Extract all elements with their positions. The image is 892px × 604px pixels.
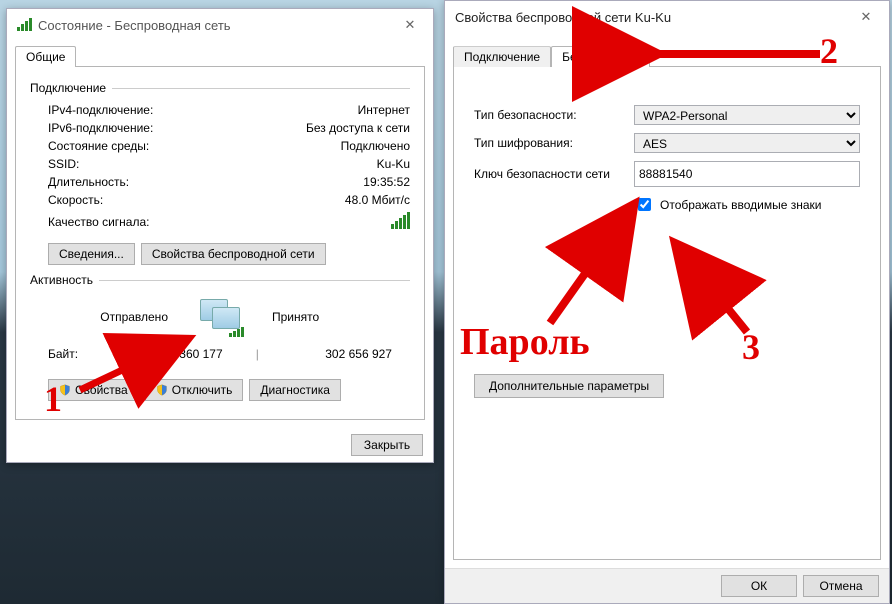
section-activity: Активность: [30, 273, 410, 287]
row-speed: Скорость:48.0 Мбит/с: [30, 191, 410, 209]
label-received: Принято: [272, 310, 392, 324]
field-security-key: Ключ безопасности сети: [474, 161, 860, 187]
tab-general[interactable]: Общие: [15, 46, 76, 67]
field-encryption: Тип шифрования: AES: [474, 133, 860, 153]
properties-tabs: Подключение Безопасность: [453, 45, 881, 66]
bytes-label: Байт:: [48, 347, 108, 361]
signal-bars-icon: [391, 215, 410, 229]
select-security-type[interactable]: WPA2-Personal: [634, 105, 860, 125]
label-encryption: Тип шифрования:: [474, 136, 634, 150]
status-title: Состояние - Беспроводная сеть: [38, 18, 397, 33]
status-dialog: Состояние - Беспроводная сеть ✕ Общие По…: [6, 8, 434, 463]
section-connection: Подключение: [30, 81, 410, 95]
advanced-settings-button[interactable]: Дополнительные параметры: [474, 374, 664, 398]
input-security-key[interactable]: [634, 161, 860, 187]
status-tabbody: Подключение IPv4-подключение:Интернет IP…: [15, 66, 425, 420]
tab-connection[interactable]: Подключение: [453, 46, 551, 67]
field-security-type: Тип безопасности: WPA2-Personal: [474, 105, 860, 125]
status-titlebar: Состояние - Беспроводная сеть ✕: [7, 9, 433, 41]
label-sent: Отправлено: [48, 310, 168, 324]
tab-security[interactable]: Безопасность: [551, 46, 650, 67]
properties-title: Свойства беспроводной сети Ku-Ku: [455, 10, 853, 25]
row-media: Состояние среды:Подключено: [30, 137, 410, 155]
status-tabs: Общие: [15, 45, 425, 66]
show-characters-checkbox[interactable]: [638, 198, 651, 211]
row-ipv4: IPv4-подключение:Интернет: [30, 101, 410, 119]
wireless-properties-button[interactable]: Свойства беспроводной сети: [141, 243, 326, 265]
select-encryption[interactable]: AES: [634, 133, 860, 153]
row-signal-quality: Качество сигнала:: [30, 209, 410, 235]
bytes-received: 302 656 927: [292, 347, 392, 361]
shield-icon: [156, 384, 168, 396]
properties-footer: ОК Отмена: [445, 568, 889, 603]
shield-icon: [59, 384, 71, 396]
close-icon[interactable]: ✕: [853, 7, 879, 27]
properties-dialog: Свойства беспроводной сети Ku-Ku ✕ Подкл…: [444, 0, 890, 604]
show-characters-label: Отображать вводимые знаки: [660, 198, 821, 212]
bytes-row: Байт: 90 360 177 | 302 656 927: [30, 341, 410, 365]
row-duration: Длительность:19:35:52: [30, 173, 410, 191]
close-button[interactable]: Закрыть: [351, 434, 423, 456]
details-button[interactable]: Сведения...: [48, 243, 135, 265]
bytes-sent: 90 360 177: [123, 347, 223, 361]
properties-button[interactable]: Свойства: [48, 379, 139, 401]
monitors-icon: [196, 297, 244, 337]
diagnose-button[interactable]: Диагностика: [249, 379, 341, 401]
cancel-button[interactable]: Отмена: [803, 575, 879, 597]
properties-tabbody: Тип безопасности: WPA2-Personal Тип шифр…: [453, 66, 881, 560]
activity-row: Отправлено Принято: [30, 293, 410, 341]
label-security-key: Ключ безопасности сети: [474, 167, 634, 181]
disable-button[interactable]: Отключить: [145, 379, 244, 401]
row-ipv6: IPv6-подключение:Без доступа к сети: [30, 119, 410, 137]
divider-icon: |: [237, 347, 277, 361]
signal-icon: [17, 17, 32, 34]
ok-button[interactable]: ОК: [721, 575, 797, 597]
status-footer: Закрыть: [7, 428, 433, 462]
label-security-type: Тип безопасности:: [474, 108, 634, 122]
close-icon[interactable]: ✕: [397, 15, 423, 35]
show-characters-row: Отображать вводимые знаки: [634, 195, 860, 214]
row-ssid: SSID:Ku-Ku: [30, 155, 410, 173]
properties-titlebar: Свойства беспроводной сети Ku-Ku ✕: [445, 1, 889, 33]
